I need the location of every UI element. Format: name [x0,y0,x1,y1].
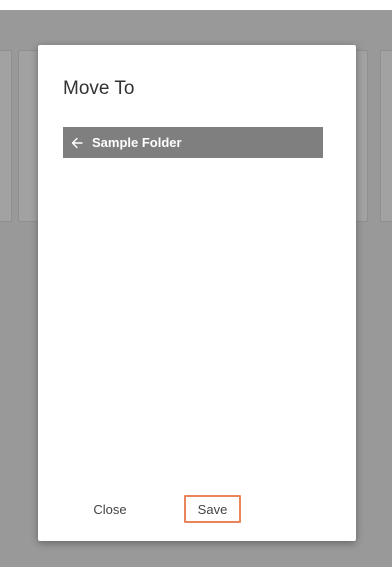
arrow-left-icon[interactable] [70,136,84,150]
close-button[interactable]: Close [80,495,140,523]
background-card-right [380,50,392,222]
move-to-dialog: Move To Sample Folder Close Save [38,45,356,541]
save-button[interactable]: Save [184,495,241,523]
top-strip [0,0,392,10]
current-folder-back-button[interactable]: Sample Folder [63,127,323,158]
dialog-title: Move To [63,78,135,99]
current-folder-label: Sample Folder [92,135,182,150]
background-card-left [0,50,12,222]
